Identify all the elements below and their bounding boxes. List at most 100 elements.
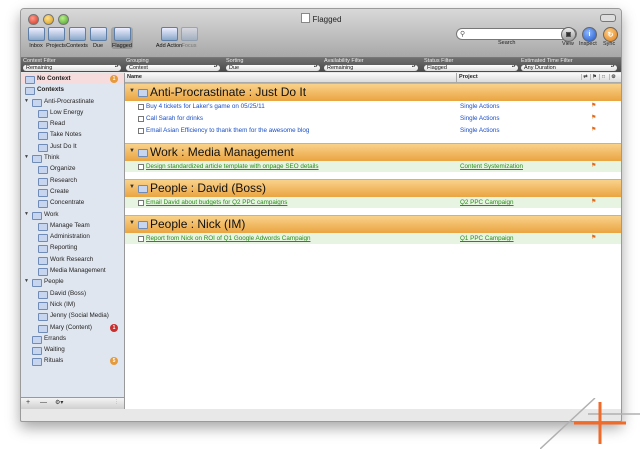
toolbar-toggle-button[interactable]	[600, 14, 616, 22]
toolbar-focus-button[interactable]: Focus	[178, 27, 200, 49]
task-project[interactable]: Q1 PPC Campaign	[460, 233, 514, 244]
task-row[interactable]: Report from Nick on ROI of Q1 Google Adw…	[125, 233, 621, 244]
filter-select[interactable]: Context	[126, 65, 220, 71]
sidebar-item-label: No Context	[37, 75, 71, 82]
add-context-button[interactable]: +	[26, 399, 30, 406]
disclosure-triangle-icon[interactable]: ▼	[129, 220, 135, 226]
sidebar-item-take-notes[interactable]: Take Notes	[21, 129, 124, 141]
sidebar-item-work[interactable]: ▼ Work	[21, 209, 124, 220]
context-folder-icon	[138, 185, 148, 193]
flag-icon[interactable]: ⚑	[591, 101, 596, 112]
filter-select[interactable]: Due	[226, 65, 320, 71]
context-folder-icon	[38, 132, 48, 141]
task-checkbox[interactable]	[138, 116, 144, 122]
flag-icon[interactable]: ⚑	[591, 197, 596, 208]
disclosure-triangle-icon[interactable]: ▼	[24, 96, 29, 107]
context-group-header[interactable]: ▼ People : David (Boss)	[125, 179, 621, 197]
toolbar-button-label: Projects	[46, 43, 66, 49]
disclosure-triangle-icon[interactable]: ▼	[129, 184, 135, 190]
toolbar-flagged-button[interactable]: Flagged	[111, 27, 133, 49]
filter-select[interactable]: Remaining	[324, 65, 418, 71]
inspect-button[interactable]: i	[582, 27, 597, 42]
sidebar-item-organize[interactable]: Organize	[21, 163, 124, 175]
task-checkbox[interactable]	[138, 104, 144, 110]
sidebar-item-work-research[interactable]: Work Research	[21, 254, 124, 265]
task-row[interactable]: Call Sarah for drinks Single Actions ⚑	[125, 113, 621, 124]
sidebar-item-research[interactable]: Research	[21, 175, 124, 186]
flag-icon[interactable]: ⚑	[591, 161, 596, 172]
context-group-header[interactable]: ▼ Anti-Procrastinate : Just Do It	[125, 83, 621, 101]
column-settings-icon[interactable]: ⚙	[609, 74, 617, 80]
task-row[interactable]: Buy 4 tickets for Laker's game on 05/25/…	[125, 101, 621, 112]
sidebar-item-errands[interactable]: Errands	[21, 333, 124, 344]
context-group-header[interactable]: ▼ Work : Media Management	[125, 143, 621, 161]
sidebar-item-waiting[interactable]: Waiting	[21, 344, 124, 356]
flag-icon[interactable]: ⚑	[591, 233, 596, 244]
task-checkbox[interactable]	[138, 200, 144, 206]
resize-handle-icon[interactable]: ⋮	[114, 399, 119, 405]
disclosure-triangle-icon[interactable]: ▼	[129, 148, 135, 154]
toolbar-inbox-button[interactable]: Inbox	[25, 27, 47, 49]
task-checkbox[interactable]	[138, 164, 144, 170]
toolbar-contexts-button[interactable]: Contexts	[66, 27, 88, 49]
sidebar-item-think[interactable]: ▼ Think	[21, 152, 124, 164]
toolbar-add-action-button[interactable]: Add Action	[156, 27, 182, 49]
sidebar-item-rituals[interactable]: Rituals 5	[21, 355, 124, 367]
sidebar-item-just-do-it[interactable]: Just Do It	[21, 141, 124, 152]
toolbar-due-button[interactable]: Due	[87, 27, 109, 49]
filter-select[interactable]: Remaining	[23, 65, 121, 71]
search-input[interactable]: ⚲	[456, 28, 577, 40]
sidebar-item-read[interactable]: Read	[21, 118, 124, 130]
filter-select[interactable]: Any Duration	[521, 65, 617, 71]
task-project[interactable]: Single Actions	[460, 113, 500, 124]
sidebar-item-people[interactable]: ▼ People	[21, 276, 124, 288]
task-project[interactable]: Single Actions	[460, 101, 500, 112]
sidebar-item-anti-procrastinate[interactable]: ▼ Anti-Procrastinate	[21, 96, 124, 107]
task-checkbox[interactable]	[138, 236, 144, 242]
task-name[interactable]: Buy 4 tickets for Laker's game on 05/25/…	[146, 101, 265, 112]
disclosure-triangle-icon[interactable]: ▼	[24, 152, 29, 163]
flag-icon[interactable]: ⚑	[591, 125, 596, 136]
task-project[interactable]: Q2 PPC Campaign	[460, 197, 514, 208]
remove-context-button[interactable]: —	[40, 399, 47, 406]
task-name[interactable]: Call Sarah for drinks	[146, 113, 203, 124]
task-name[interactable]: Report from Nick on ROI of Q1 Google Adw…	[146, 233, 311, 244]
view-button[interactable]: ▣	[561, 27, 576, 42]
gear-menu-button[interactable]: ⚙▾	[55, 399, 63, 406]
sidebar-item-jenny-social-media[interactable]: Jenny (Social Media)	[21, 310, 124, 322]
disclosure-triangle-icon[interactable]: ▼	[24, 209, 29, 220]
task-checkbox[interactable]	[138, 128, 144, 134]
sidebar-item-david-boss[interactable]: David (Boss)	[21, 288, 124, 299]
task-project[interactable]: Single Actions	[460, 125, 500, 136]
task-project[interactable]: Content Systemization	[460, 161, 523, 172]
sidebar-item-mary-content[interactable]: Mary (Content) 1	[21, 322, 124, 333]
sidebar-item-nick-im[interactable]: Nick (IM)	[21, 299, 124, 310]
context-group-header[interactable]: ▼ People : Nick (IM)	[125, 215, 621, 233]
toolbar-projects-button[interactable]: Projects	[45, 27, 67, 49]
sidebar-item-concentrate[interactable]: Concentrate	[21, 197, 124, 209]
flag-icon[interactable]: ⚑	[591, 113, 596, 124]
sidebar-item-contexts[interactable]: Contexts	[21, 84, 124, 96]
task-name[interactable]: Email David about budgets for Q2 PPC cam…	[146, 197, 287, 208]
sidebar-item-reporting[interactable]: Reporting	[21, 242, 124, 254]
disclosure-triangle-icon[interactable]: ▼	[129, 88, 135, 94]
task-name[interactable]: Design standardized article template wit…	[146, 161, 319, 172]
repeat-column-icon[interactable]: ⇄	[581, 74, 589, 80]
disclosure-triangle-icon[interactable]: ▼	[24, 276, 29, 287]
task-row[interactable]: Design standardized article template wit…	[125, 161, 621, 172]
sidebar-item-low-energy[interactable]: Low Energy	[21, 107, 124, 118]
filter-select[interactable]: Flagged	[424, 65, 518, 71]
task-name[interactable]: Email Asian Efficiency to thank them for…	[146, 125, 309, 136]
sidebar-item-manage-team[interactable]: Manage Team	[21, 220, 124, 231]
project-column-header[interactable]: Project	[459, 74, 478, 80]
name-column-header[interactable]: Name	[127, 74, 142, 80]
sync-button[interactable]: ↻	[603, 27, 618, 42]
sidebar-item-administration[interactable]: Administration	[21, 231, 124, 243]
task-row[interactable]: Email David about budgets for Q2 PPC cam…	[125, 197, 621, 208]
note-column-icon[interactable]: □	[599, 74, 607, 80]
sidebar-item-media-management[interactable]: Media Management	[21, 265, 124, 277]
sidebar-item-create[interactable]: Create	[21, 186, 124, 197]
flag-column-icon[interactable]: ⚑	[590, 74, 598, 80]
sidebar-item-no-context[interactable]: No Context 1	[21, 73, 124, 85]
task-row[interactable]: Email Asian Efficiency to thank them for…	[125, 125, 621, 136]
